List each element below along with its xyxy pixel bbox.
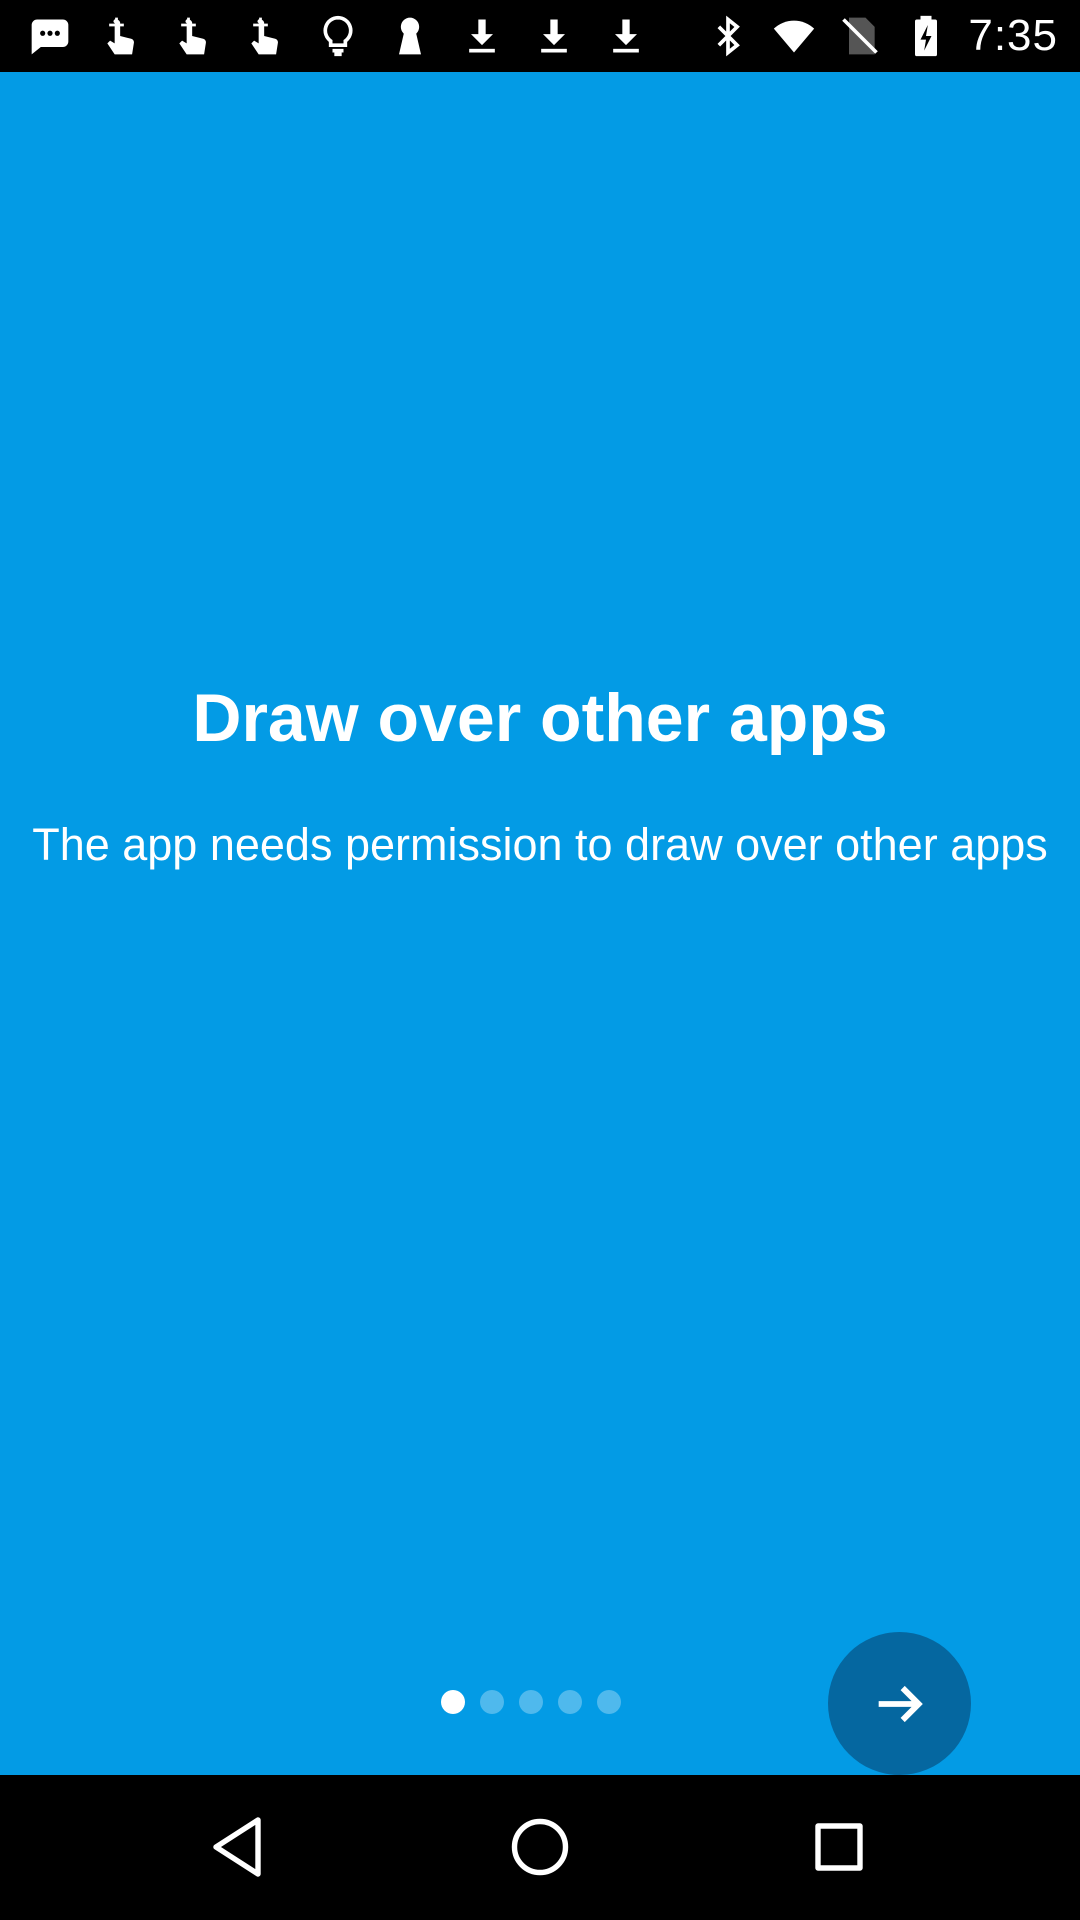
download-icon [458, 12, 506, 60]
touch-icon [242, 12, 290, 60]
no-sim-icon [836, 12, 884, 60]
touch-icon [98, 12, 146, 60]
back-button[interactable] [190, 1797, 290, 1897]
recents-square-icon [815, 1823, 863, 1871]
status-clock: 7:35 [968, 11, 1058, 60]
screen: 7:35 Draw over other apps The app needs … [0, 0, 1080, 1920]
page-indicator-dot-3 [519, 1690, 543, 1714]
navigation-bar [0, 1775, 1080, 1920]
page-indicator-dot-4 [558, 1690, 582, 1714]
onboarding-page: Draw over other apps The app needs permi… [0, 72, 1080, 1775]
keyhole-icon [386, 12, 434, 60]
arrow-right-icon [878, 1685, 923, 1722]
page-indicator-dot-2 [480, 1690, 504, 1714]
page-title: Draw over other apps [192, 680, 888, 756]
status-bar: 7:35 [0, 0, 1080, 72]
page-description: The app needs permission to draw over ot… [32, 819, 1048, 870]
lightbulb-icon [314, 12, 362, 60]
system-icons: 7:35 [704, 0, 1058, 72]
touch-icon [170, 12, 218, 60]
home-circle-icon [511, 1818, 569, 1876]
home-button[interactable] [490, 1797, 590, 1897]
bluetooth-icon [704, 12, 752, 60]
page-indicator-dot-1 [441, 1690, 465, 1714]
recents-button[interactable] [789, 1797, 889, 1897]
notification-icons [26, 0, 674, 72]
page-indicator [441, 1689, 636, 1715]
download-icon [530, 12, 578, 60]
download-icon [602, 12, 650, 60]
next-button[interactable] [828, 1632, 971, 1775]
message-icon [26, 12, 74, 60]
wifi-icon [770, 12, 818, 60]
battery-charging-icon [902, 12, 950, 60]
back-triangle-icon [213, 1817, 261, 1877]
page-indicator-dot-5 [597, 1690, 621, 1714]
